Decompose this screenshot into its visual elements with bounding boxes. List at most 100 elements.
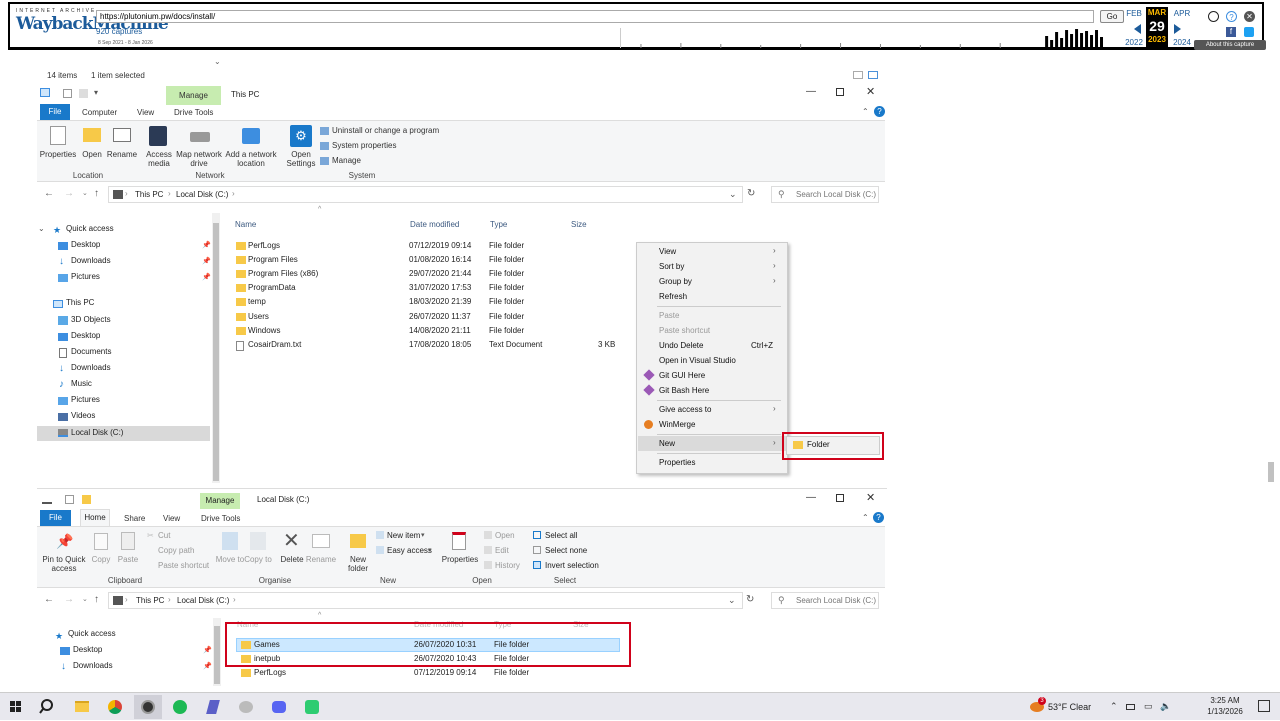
move-to-icon[interactable] — [222, 532, 238, 550]
nav-scrollbar-2[interactable] — [213, 618, 221, 686]
tab-drive-tools[interactable]: Drive Tools — [174, 108, 213, 117]
address-bar[interactable]: › This PC › Local Disk (C:) › ⌄ — [108, 186, 743, 203]
chrome-icon[interactable] — [101, 695, 129, 719]
search-box-2[interactable]: ⚲ — [771, 592, 879, 609]
details-view-icon[interactable] — [853, 71, 863, 79]
up-arrow-icon[interactable]: ↑ — [94, 594, 99, 605]
wayback-logo[interactable]: INTERNET ARCHIVE WaybackMachine — [16, 8, 169, 44]
nav-music[interactable]: Music — [71, 377, 92, 391]
tab-file-2[interactable]: File — [40, 510, 71, 526]
ctx-git-gui[interactable]: Git GUI Here — [659, 371, 705, 380]
move-to-button[interactable]: Move to — [214, 555, 246, 564]
help-icon[interactable]: ? — [874, 106, 885, 117]
ctx-winmerge[interactable]: WinMerge — [659, 420, 695, 429]
back-arrow-icon[interactable]: ← — [44, 188, 54, 199]
breadcrumb-local-disk[interactable]: Local Disk (C:) — [176, 190, 228, 199]
breadcrumb-sep-icon[interactable]: › — [125, 189, 128, 198]
pin-icon[interactable]: 📌 — [203, 646, 212, 654]
properties-button[interactable]: Properties — [38, 150, 78, 159]
close-icon[interactable]: ✕ — [1244, 11, 1255, 22]
app-icon[interactable] — [199, 695, 227, 719]
paste-shortcut-button[interactable]: Paste shortcut — [158, 561, 209, 570]
minimize-button-2[interactable]: — — [806, 492, 816, 503]
tab-share[interactable]: Share — [124, 514, 145, 523]
nav-downloads[interactable]: Downloads — [71, 254, 111, 268]
captures-sparkline[interactable] — [620, 28, 1106, 48]
paste-icon[interactable] — [121, 532, 135, 550]
nav-quick-access[interactable]: Quick access — [66, 222, 114, 236]
tab-view-2[interactable]: View — [163, 514, 180, 523]
captures-link[interactable]: 920 captures — [96, 27, 142, 36]
pin-icon[interactable]: 📌 — [203, 662, 212, 670]
breadcrumb-this-pc[interactable]: This PC — [135, 190, 163, 199]
breadcrumb-sep-icon[interactable]: › — [125, 595, 128, 604]
cut-button[interactable]: Cut — [158, 531, 170, 540]
user-icon[interactable] — [1208, 11, 1219, 22]
nav-quick-access-2[interactable]: Quick access — [68, 627, 116, 641]
file-name[interactable]: Program Files (x86) — [248, 267, 318, 281]
breadcrumb-sep-icon[interactable]: › — [168, 189, 171, 198]
paste-button[interactable]: Paste — [114, 555, 142, 564]
search-input[interactable] — [796, 189, 878, 200]
refresh-icon[interactable]: ↻ — [746, 594, 754, 605]
refresh-icon[interactable]: ↻ — [747, 188, 755, 199]
address-dropdown-icon[interactable]: ⌄ — [729, 189, 737, 200]
twitter-icon[interactable] — [1244, 27, 1254, 37]
ctx-paste-shortcut[interactable]: Paste shortcut — [659, 326, 710, 335]
collapse-chevron-icon[interactable]: ⌄ — [214, 57, 221, 66]
close-button-2[interactable]: ✕ — [866, 491, 875, 504]
facebook-icon[interactable]: f — [1226, 27, 1236, 37]
maximize-button[interactable] — [836, 88, 844, 96]
pin-icon[interactable]: 📌 — [56, 533, 73, 550]
tab-drive-tools-2[interactable]: Drive Tools — [201, 514, 240, 523]
manage-tab[interactable]: Manage — [166, 86, 221, 105]
file-name[interactable]: temp — [248, 295, 266, 309]
maximize-button-2[interactable] — [836, 494, 844, 502]
help-icon[interactable]: ? — [1226, 11, 1237, 22]
nav-downloads-pc[interactable]: Downloads — [71, 361, 111, 375]
notifications-icon[interactable] — [1258, 700, 1270, 712]
nav-desktop[interactable]: Desktop — [71, 238, 100, 252]
delete-x-icon[interactable]: ✕ — [283, 528, 300, 553]
ctx-refresh[interactable]: Refresh — [659, 292, 687, 301]
pin-icon[interactable]: 📌 — [202, 257, 211, 265]
help-icon[interactable]: ? — [873, 512, 884, 523]
add-location-icon[interactable] — [242, 128, 260, 144]
nav-downloads-2[interactable]: Downloads — [73, 659, 113, 673]
ctx-give-access[interactable]: Give access to — [659, 405, 711, 414]
ctx-open-vs[interactable]: Open in Visual Studio — [659, 356, 736, 365]
nav-pictures-pc[interactable]: Pictures — [71, 393, 100, 407]
open-folder-icon[interactable] — [83, 128, 101, 142]
tab-view[interactable]: View — [137, 108, 154, 117]
file-name[interactable]: Windows — [248, 324, 280, 338]
battery-icon[interactable]: ▭ — [1144, 701, 1153, 712]
copy-to-icon[interactable] — [250, 532, 266, 550]
media-icon[interactable] — [149, 126, 167, 146]
next-arrow-icon[interactable] — [1174, 24, 1181, 34]
select-all-button[interactable]: Select all — [545, 531, 577, 540]
recent-chevron-icon[interactable]: ⌄ — [82, 595, 88, 603]
up-arrow-icon[interactable]: ↑ — [94, 188, 99, 199]
easy-access-button[interactable]: Easy access — [387, 546, 432, 555]
tiles-view-icon[interactable] — [868, 71, 878, 79]
start-button[interactable] — [2, 695, 30, 719]
clock-date[interactable]: 1/13/2026 — [1200, 707, 1250, 716]
pin-quick-access-button[interactable]: Pin to Quick access — [40, 555, 88, 573]
settings-gear-icon[interactable]: ⚙ — [290, 125, 312, 147]
file-name[interactable]: Program Files — [248, 253, 298, 267]
rename-button-2[interactable]: Rename — [305, 555, 337, 564]
breadcrumb-this-pc-2[interactable]: This PC — [136, 596, 164, 605]
copy-to-button[interactable]: Copy to — [243, 555, 273, 564]
col-date[interactable]: Date modified — [410, 220, 459, 229]
file-name[interactable]: PerfLogs — [248, 239, 280, 253]
map-drive-button[interactable]: Map network drive — [174, 150, 224, 168]
add-location-button[interactable]: Add a network location — [223, 150, 279, 168]
recent-chevron-icon[interactable]: ⌄ — [82, 189, 88, 197]
nav-desktop-pc[interactable]: Desktop — [71, 329, 100, 343]
edit-button[interactable]: Edit — [495, 546, 509, 555]
pin-icon[interactable]: 📌 — [202, 241, 211, 249]
search-input-2[interactable] — [796, 595, 878, 606]
open-button[interactable]: Open — [78, 150, 106, 159]
system-props-button[interactable]: System properties — [332, 141, 396, 150]
qa-dropdown-icon[interactable]: ▾ — [94, 88, 98, 97]
